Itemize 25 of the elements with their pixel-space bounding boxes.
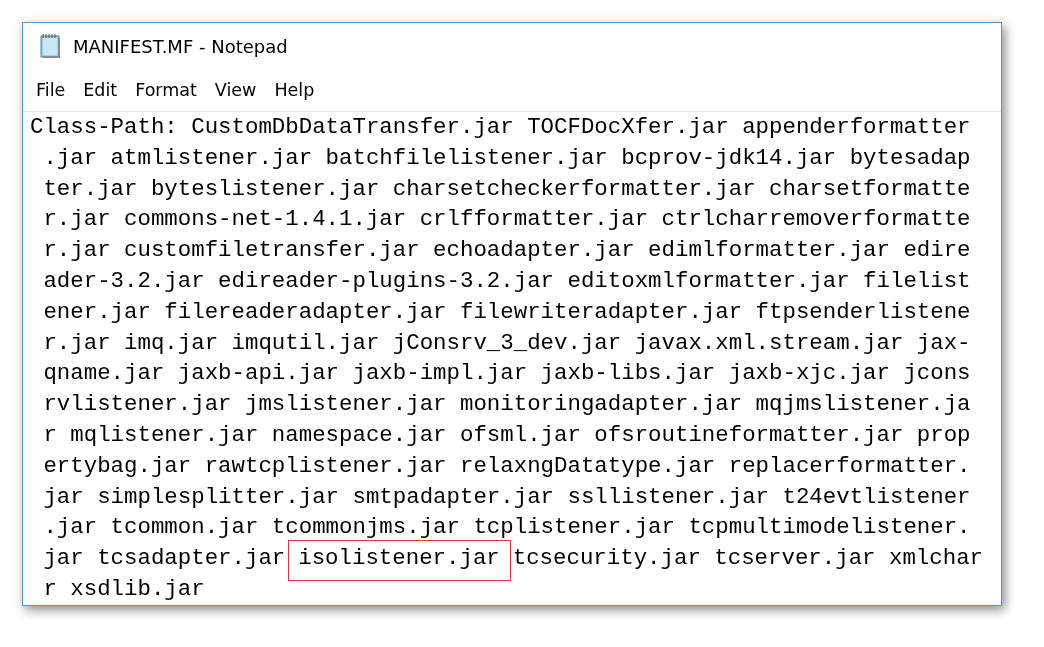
text-line: rvlistener.jar jmslistener.jar monitoringadapter.jar mqjmslistener.ja bbox=[42, 390, 972, 420]
text-line: ener.jar filereaderadapter.jar filewriteradapter.jar ftpsenderlistene bbox=[42, 297, 972, 327]
menu-item[interactable]: File bbox=[29, 78, 73, 102]
text-line: .jar tcommon.jar tcommonjms.jar tcplistener.jar tcpmultimodelistener. bbox=[42, 513, 972, 543]
line-text: tcsecurity.jar tcserver.jar xmlchar bbox=[511, 545, 983, 572]
menu-item[interactable]: Edit bbox=[76, 78, 125, 102]
text-line: Class-Path: CustomDbDataTransfer.jar TOCFDocXfer.jar appenderformatter bbox=[30, 113, 972, 142]
window-title: MANIFEST.MF - Notepad bbox=[73, 35, 288, 57]
text-line: qname.jar jaxb-api.jar jaxb-impl.jar jaxb-libs.jar jaxb-xjc.jar jcons bbox=[42, 359, 972, 389]
text-line: r.jar imq.jar imqutil.jar jConsrv_3_dev.jar javax.xml.stream.jar jax- bbox=[42, 328, 972, 358]
text-line: r mqlistener.jar namespace.jar ofsml.jar ofsroutineformatter.jar prop bbox=[42, 420, 972, 450]
text-line: r.jar commons-net-1.4.1.jar crlfformatter.jar ctrlcharremoverformatte bbox=[42, 205, 972, 235]
text-line: jar simplesplitter.jar smtpadapter.jar ssllistener.jar t24evtlistener bbox=[42, 482, 972, 512]
highlighted-text: isolistener.jar bbox=[288, 540, 511, 582]
text-line: ader-3.2.jar edireader-plugins-3.2.jar editoxmlformatter.jar filelist bbox=[42, 267, 972, 296]
text-line: ter.jar byteslistener.jar charsetcheckerformatter.jar charsetformatte bbox=[42, 174, 972, 204]
text-line: r xsdlib.jar bbox=[42, 574, 206, 604]
text-line: ertybag.jar rawtcplistener.jar relaxngDatatype.jar replacerformatter. bbox=[42, 451, 972, 481]
text-line: r.jar customfiletransfer.jar echoadapter.jar edimlformatter.jar edire bbox=[42, 236, 972, 266]
menu-item[interactable]: Format bbox=[128, 78, 204, 102]
menu-item[interactable]: Help bbox=[267, 78, 322, 102]
menu-item[interactable]: View bbox=[207, 78, 264, 102]
notepad-icon bbox=[39, 33, 63, 59]
text-line: .jar atmlistener.jar batchfilelistener.jar bcprov-jdk14.jar bytesadap bbox=[42, 143, 972, 173]
line-text: jar tcsadapter.jar bbox=[42, 545, 287, 572]
